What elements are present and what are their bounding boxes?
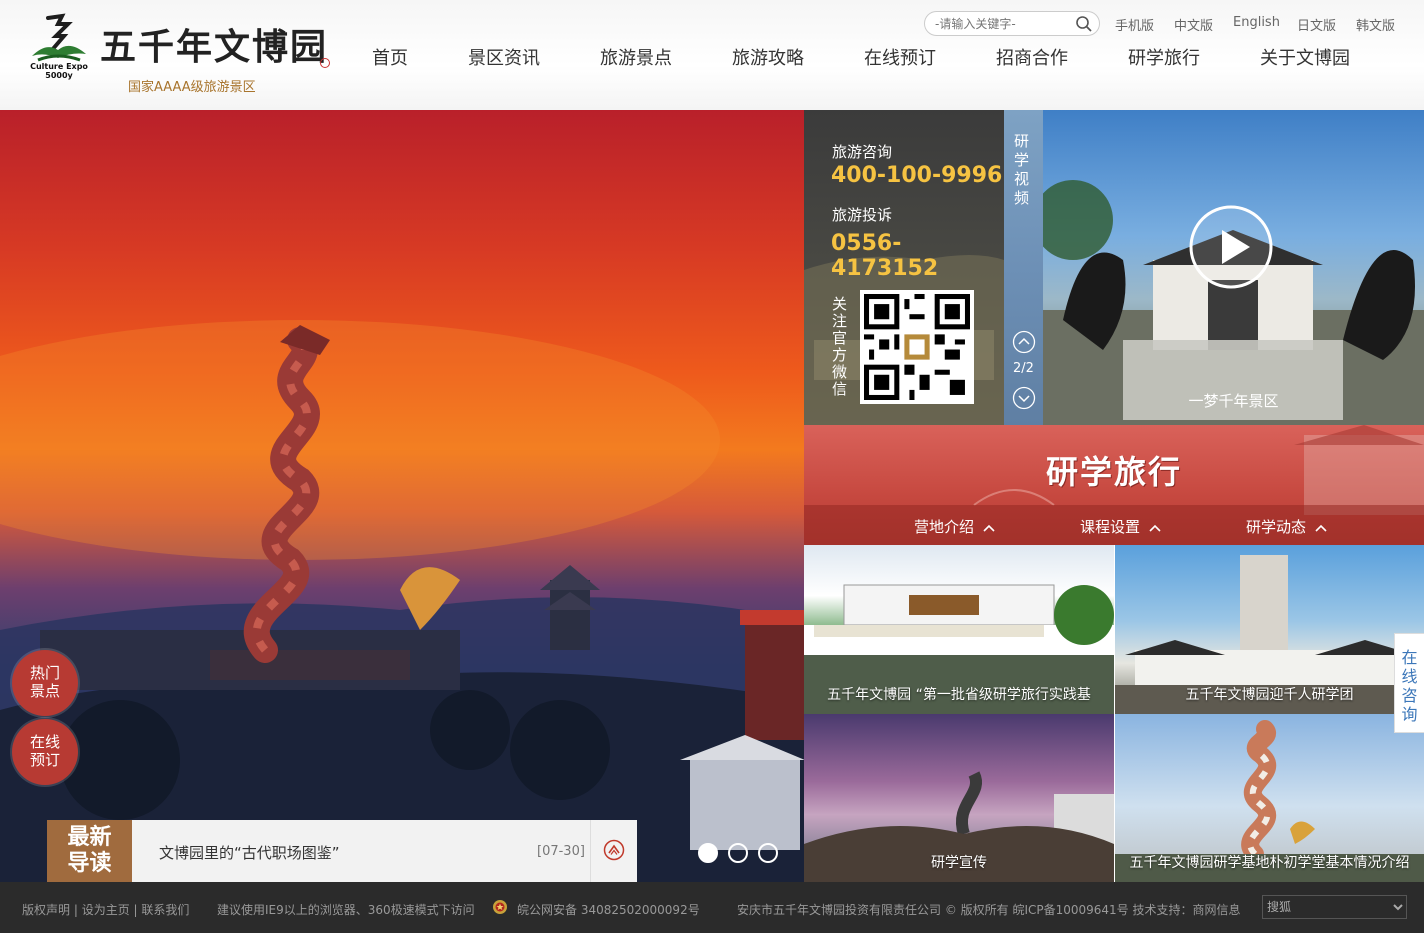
- study-item-caption: 五千年文博园迎千人研学团: [1185, 687, 1354, 703]
- study-item[interactable]: 研学宣传: [804, 714, 1114, 882]
- nav-booking[interactable]: 在线预订: [864, 44, 936, 70]
- study-tabs: 营地介绍 课程设置 研学动态: [804, 505, 1424, 545]
- complaint-phone[interactable]: 0556-4173152: [831, 231, 1004, 281]
- logo-title: 五千年文博园: [100, 26, 329, 68]
- chevron-down-icon[interactable]: [1012, 386, 1036, 410]
- search-icon[interactable]: [1075, 15, 1093, 33]
- nav-news[interactable]: 景区资讯: [468, 44, 540, 70]
- tab-courses[interactable]: 课程设置: [1080, 516, 1161, 537]
- logo-en-text: Culture Expo 5000y: [30, 62, 88, 80]
- tab-study-news[interactable]: 研学动态: [1246, 516, 1327, 537]
- study-item[interactable]: 五千年文博园 “第一批省级研学旅行实践基: [804, 545, 1114, 714]
- nav-home[interactable]: 首页: [372, 44, 408, 70]
- hot-attractions-button[interactable]: 热门 景点: [12, 650, 78, 716]
- footer-contact-link[interactable]: 联系我们: [141, 903, 189, 917]
- chevron-up-icon[interactable]: [1012, 330, 1036, 354]
- scroll-up-icon[interactable]: [603, 839, 625, 861]
- study-video-strip: 研学视频 2/2: [1004, 110, 1043, 425]
- footer-separator: |: [73, 903, 82, 917]
- lang-english-link[interactable]: English: [1233, 15, 1280, 30]
- nav-attractions[interactable]: 旅游景点: [600, 44, 672, 70]
- lang-mobile-link[interactable]: 手机版: [1115, 15, 1154, 34]
- latest-news-badge: 最新 导读: [47, 820, 132, 882]
- video-caption: 一梦千年景区: [1188, 392, 1279, 410]
- hero-banner[interactable]: 热门 景点 在线 预订: [0, 110, 804, 882]
- site-footer: 版权声明 | 设为主页 | 联系我们 建议使用IE9以上的浏览器、360极速模式…: [0, 882, 1424, 933]
- complaint-label: 旅游投诉: [832, 206, 893, 224]
- logo-seal-icon: [320, 58, 330, 68]
- consult-label: 旅游咨询: [832, 143, 893, 161]
- study-travel-section: 研学旅行 营地介绍 课程设置 研学动态: [804, 425, 1424, 545]
- qr-code-icon: [864, 294, 970, 400]
- chevron-up-icon: [1149, 524, 1161, 532]
- slider-dot-2[interactable]: [728, 843, 748, 863]
- slider-dot-1[interactable]: [698, 843, 718, 863]
- study-item-caption: 五千年文博园研学基地朴初学堂基本情况介绍: [1129, 855, 1410, 871]
- nav-about[interactable]: 关于文博园: [1260, 44, 1350, 70]
- police-badge-icon: [493, 900, 507, 914]
- search-box: [924, 11, 1100, 36]
- study-video-player[interactable]: 一梦千年景区: [1043, 110, 1424, 425]
- hero-scene-image: [0, 320, 804, 882]
- logo-subtitle: 国家AAAA级旅游景区: [128, 80, 256, 95]
- latest-news-title[interactable]: 文博园里的“古代职场图鉴”: [159, 842, 340, 863]
- chevron-up-icon: [983, 524, 995, 532]
- footer-set-homepage-link[interactable]: 设为主页: [82, 903, 130, 917]
- consult-phone[interactable]: 400-100-9996: [831, 163, 1002, 188]
- lang-chinese-link[interactable]: 中文版: [1174, 15, 1213, 34]
- nav-study-travel[interactable]: 研学旅行: [1128, 44, 1200, 70]
- online-booking-button[interactable]: 在线 预订: [12, 719, 78, 785]
- slider-dot-3[interactable]: [758, 843, 778, 863]
- lang-korean-link[interactable]: 韩文版: [1356, 15, 1395, 34]
- video-page-indicator: 2/2: [1013, 361, 1034, 376]
- footer-browser-tip: 建议使用IE9以上的浏览器、360极速模式下访问: [217, 903, 475, 917]
- search-input[interactable]: [935, 12, 1075, 35]
- study-travel-title: 研学旅行: [1045, 453, 1182, 491]
- site-header: Culture Expo5000y 五千年文博园 国家AAAA级旅游景区 手机版…: [0, 0, 1424, 110]
- study-item-caption: 五千年文博园 “第一批省级研学旅行实践基: [827, 687, 1091, 703]
- study-item[interactable]: 五千年文博园研学基地朴初学堂基本情况介绍: [1115, 714, 1424, 882]
- online-consult-button[interactable]: 在线咨询: [1394, 633, 1424, 733]
- footer-police-record-link[interactable]: 皖公网安备 34082502000092号: [517, 901, 700, 918]
- study-item[interactable]: 五千年文博园迎千人研学团: [1115, 545, 1424, 714]
- friend-links-select[interactable]: 搜狐: [1262, 895, 1407, 919]
- contact-panel: 旅游咨询 400-100-9996 旅游投诉 0556-4173152 关注官方…: [804, 110, 1004, 425]
- latest-news-date: [07-30]: [537, 844, 585, 859]
- news-divider: [590, 820, 591, 882]
- footer-copyright-link[interactable]: 版权声明: [22, 903, 70, 917]
- lang-japanese-link[interactable]: 日文版: [1297, 15, 1336, 34]
- study-video-label: 研学视频: [1014, 132, 1030, 207]
- study-item-caption: 研学宣传: [931, 855, 987, 871]
- play-icon[interactable]: [1188, 204, 1274, 290]
- tab-camp-intro[interactable]: 营地介绍: [914, 516, 995, 537]
- follow-wechat-label: 关注官方微信: [832, 295, 848, 398]
- chevron-up-icon: [1315, 524, 1327, 532]
- site-logo[interactable]: Culture Expo 5000y 五千年文博园 国家AAAA级旅游景区: [28, 12, 348, 100]
- wechat-qr-code: [860, 290, 974, 404]
- latest-news-bar: 最新 导读 文博园里的“古代职场图鉴” [07-30]: [47, 820, 637, 882]
- nav-investment[interactable]: 招商合作: [996, 44, 1068, 70]
- footer-copyright-text: 安庆市五千年文博园投资有限责任公司 © 版权所有 皖ICP备10009641号 …: [737, 903, 1241, 917]
- nav-guide[interactable]: 旅游攻略: [732, 44, 804, 70]
